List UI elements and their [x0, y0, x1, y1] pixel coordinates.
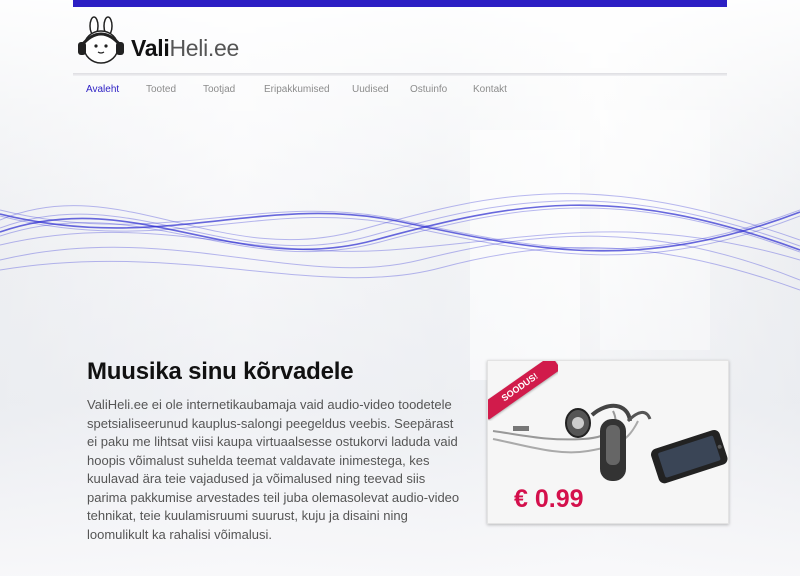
logo-wordmark: ValiHeli.ee — [131, 35, 239, 62]
nav-item-tooted[interactable]: Tooted — [146, 84, 176, 95]
hero-paragraph: ValiHeli.ee ei ole internetikaubamaja va… — [87, 397, 460, 542]
bunny-headphones-icon — [78, 16, 124, 64]
logo-text-heli: Heli.ee — [169, 35, 239, 61]
logo-text-vali: Vali — [131, 35, 170, 61]
hero-headline: Muusika sinu kõrvadele — [87, 358, 354, 385]
promo-card[interactable]: SOODUS! € 0.99 — [487, 360, 729, 524]
sale-ribbon-wrap: SOODUS! — [488, 361, 558, 421]
nav-item-uudised[interactable]: Uudised — [352, 84, 389, 95]
nav-item-eripakkumised[interactable]: Eripakkumised — [264, 84, 330, 95]
nav-item-ostuinfo[interactable]: Ostuinfo — [410, 84, 447, 95]
site-logo[interactable]: ValiHeli.ee — [75, 16, 255, 66]
promo-price: € 0.99 — [514, 485, 584, 513]
nav-item-tootjad[interactable]: Tootjad — [203, 84, 235, 95]
sale-ribbon: SOODUS! — [488, 361, 558, 420]
nav-item-kontakt[interactable]: Kontakt — [473, 84, 507, 95]
top-accent-bar — [73, 0, 727, 7]
nav-item-avaleht[interactable]: Avaleht — [86, 84, 119, 95]
decorative-sound-waves — [0, 193, 800, 291]
nav-divider — [73, 73, 727, 76]
